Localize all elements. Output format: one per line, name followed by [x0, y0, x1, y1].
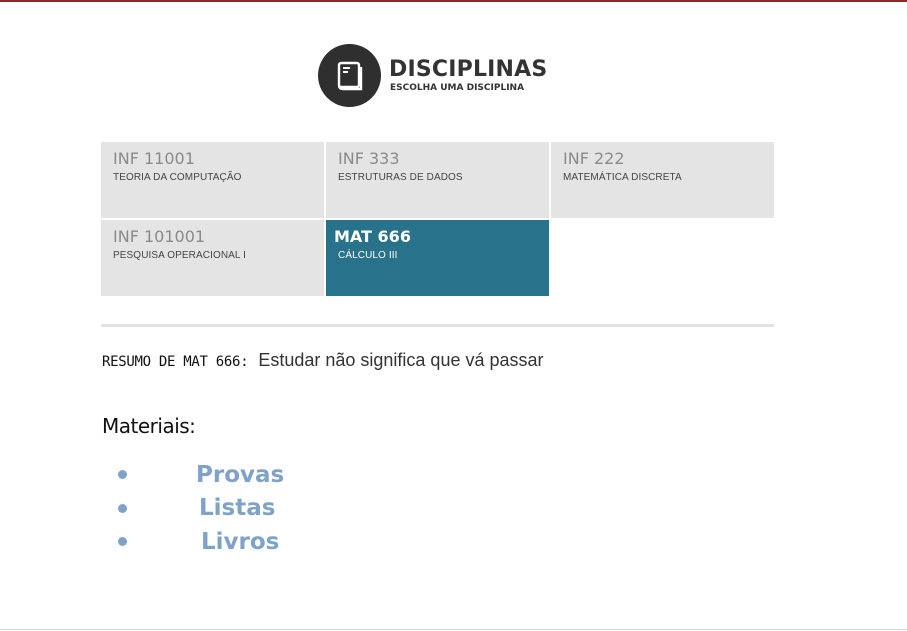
course-name: CÁLCULO III [338, 250, 398, 261]
list-item: Listas [118, 492, 284, 526]
top-accent-bar [0, 0, 907, 2]
bullet-icon [118, 537, 127, 547]
course-name: ESTRUTURAS DE DADOS [338, 172, 463, 183]
course-code: INF 101001 [113, 227, 206, 246]
course-tile-inf222[interactable]: INF 222 MATEMÁTICA DISCRETA [551, 142, 774, 218]
list-item: Provas [118, 458, 284, 492]
bullet-icon [118, 470, 127, 480]
materials-heading: Materiais: [102, 414, 196, 438]
page-title: DISCIPLINAS [389, 56, 548, 82]
course-tile-inf101001[interactable]: INF 101001 PESQUISA OPERACIONAL I [101, 220, 324, 296]
header-text: DISCIPLINAS ESCOLHA UMA DISCIPLINA [389, 56, 548, 94]
course-code: INF 222 [563, 149, 625, 168]
book-icon [318, 44, 381, 107]
course-grid: INF 11001 TEORIA DA COMPUTAÇÃO INF 333 E… [101, 142, 774, 296]
course-name: PESQUISA OPERACIONAL I [113, 250, 246, 261]
course-summary: RESUMO DE MAT 666: Estudar não significa… [102, 350, 544, 371]
list-item: Livros [118, 525, 284, 559]
course-code: INF 11001 [113, 149, 195, 168]
course-name: MATEMÁTICA DISCRETA [563, 172, 682, 183]
bullet-icon [118, 503, 127, 513]
page-header: DISCIPLINAS ESCOLHA UMA DISCIPLINA [318, 44, 547, 107]
materials-link-listas[interactable]: Listas [199, 494, 275, 522]
materials-link-livros[interactable]: Livros [201, 528, 279, 556]
course-code: MAT 666 [334, 227, 411, 246]
section-divider [101, 324, 774, 327]
course-tile-mat666[interactable]: MAT 666 CÁLCULO III [326, 220, 549, 296]
course-tile-inf11001[interactable]: INF 11001 TEORIA DA COMPUTAÇÃO [101, 142, 324, 218]
summary-text: Estudar não significa que vá passar [258, 350, 544, 370]
course-code: INF 333 [338, 149, 400, 168]
bottom-border [0, 629, 907, 630]
materials-link-provas[interactable]: Provas [196, 461, 284, 489]
summary-label: RESUMO DE MAT 666: [102, 354, 249, 370]
materials-list: Provas Listas Livros [118, 458, 284, 559]
course-name: TEORIA DA COMPUTAÇÃO [113, 172, 242, 183]
page-subtitle: ESCOLHA UMA DISCIPLINA [390, 82, 525, 93]
course-tile-inf333[interactable]: INF 333 ESTRUTURAS DE DADOS [326, 142, 549, 218]
